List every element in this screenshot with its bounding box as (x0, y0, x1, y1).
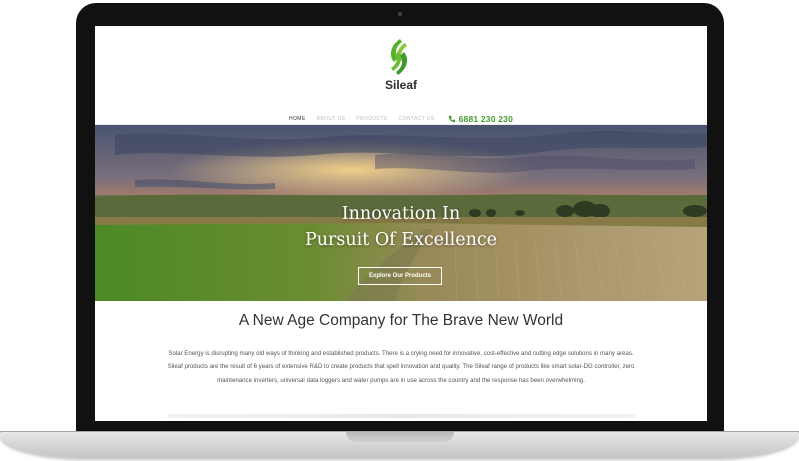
phone-number: 6881 230 230 (458, 114, 513, 124)
phone-icon (448, 115, 455, 123)
explore-products-button[interactable]: Explore Our Products (358, 267, 442, 285)
nav-item-products[interactable]: PRODUCTS (356, 116, 387, 122)
sileaf-logo-icon[interactable] (383, 37, 415, 77)
hero-line-1: Innovation In (341, 204, 461, 224)
camera-icon (398, 12, 402, 16)
hero-headline: Innovation In Pursuit Of Excellence (95, 201, 707, 253)
phone-link[interactable]: 6881 230 230 (448, 114, 513, 124)
laptop-opening-notch (346, 432, 454, 442)
nav-item-home[interactable]: HOME (289, 116, 306, 122)
hero-banner: Innovation In Pursuit Of Excellence Expl… (95, 125, 707, 301)
brand-name: Sileaf (384, 78, 417, 92)
browser-viewport: Sileaf HOME ABOUT US PRODUCTS CONTACT US… (95, 26, 707, 421)
next-section-hint (167, 414, 635, 418)
site-header: Sileaf HOME ABOUT US PRODUCTS CONTACT US… (95, 26, 707, 125)
hero-line-2: Pursuit Of Excellence (304, 230, 498, 250)
nav-item-about-us[interactable]: ABOUT US (317, 116, 346, 122)
nav-item-contact-us[interactable]: CONTACT US (399, 116, 435, 122)
main-nav: HOME ABOUT US PRODUCTS CONTACT US 6881 2… (95, 112, 707, 126)
intro-title: A New Age Company for The Brave New Worl… (238, 312, 564, 329)
intro-body: Solar Energy is disrupting many old ways… (167, 350, 635, 384)
